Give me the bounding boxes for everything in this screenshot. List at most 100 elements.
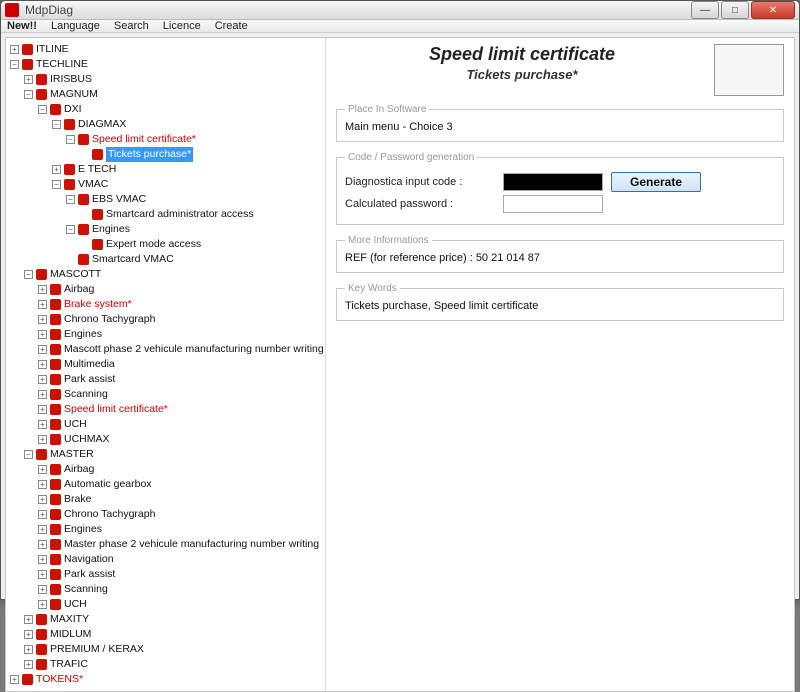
maximize-button[interactable]: □ (721, 1, 749, 19)
tree-item[interactable]: +Park assist (38, 372, 323, 387)
brand-icon (50, 284, 61, 295)
calc-password-output[interactable] (503, 195, 603, 213)
tree-item[interactable]: +UCH (38, 417, 323, 432)
place-in-software-group: Place In Software Main menu - Choice 3 (336, 104, 784, 142)
minimize-button[interactable]: — (691, 1, 719, 19)
brand-icon (22, 674, 33, 685)
tree-item-premium[interactable]: +PREMIUM / KERAX (24, 642, 323, 657)
tree-item[interactable]: +Airbag (38, 282, 323, 297)
brand-icon (64, 119, 75, 130)
menubar: New!! Language Search Licence Create (1, 20, 799, 33)
tree-item-diagmax[interactable]: −DIAGMAX (52, 117, 323, 132)
place-value: Main menu - Choice 3 (345, 121, 775, 133)
tree-item[interactable]: +Chrono Tachygraph (38, 507, 323, 522)
brand-icon (50, 344, 61, 355)
brand-icon (36, 74, 47, 85)
content: +ITLINE −TECHLINE +IRISBUS −MAGNUM −DXI … (5, 37, 795, 692)
more-legend: More Informations (345, 235, 432, 246)
tree-item-etech[interactable]: +E TECH (52, 162, 323, 177)
tree-item[interactable]: +Mascott phase 2 vehicule manufacturing … (38, 342, 323, 357)
place-legend: Place In Software (345, 104, 429, 115)
tree-item[interactable]: +UCH (38, 597, 323, 612)
brand-icon (22, 44, 33, 55)
code-password-group: Code / Password generation Diagnostica i… (336, 152, 784, 225)
tree-item-ebs-vmac[interactable]: −EBS VMAC (66, 192, 323, 207)
brand-icon (50, 329, 61, 340)
tree-item-expert-mode[interactable]: Expert mode access (80, 237, 323, 252)
brand-icon (50, 314, 61, 325)
tree-item-itline[interactable]: +ITLINE (10, 42, 323, 57)
tree-item[interactable]: +Master phase 2 vehicule manufacturing n… (38, 537, 323, 552)
brand-icon (92, 209, 103, 220)
brand-icon (36, 629, 47, 640)
brand-icon (92, 239, 103, 250)
brand-icon (50, 419, 61, 430)
menu-language[interactable]: Language (51, 20, 100, 32)
brand-icon (50, 104, 61, 115)
brand-icon (78, 224, 89, 235)
close-button[interactable]: ✕ (751, 1, 795, 19)
window-controls: — □ ✕ (691, 1, 795, 19)
brand-icon (50, 554, 61, 565)
tree-item-dxi[interactable]: −DXI (38, 102, 323, 117)
brand-icon (92, 149, 103, 160)
tree-item[interactable]: +Chrono Tachygraph (38, 312, 323, 327)
tree-item[interactable]: +Brake (38, 492, 323, 507)
tree-item-maxity[interactable]: +MAXITY (24, 612, 323, 627)
tree-pane[interactable]: +ITLINE −TECHLINE +IRISBUS −MAGNUM −DXI … (6, 38, 326, 691)
menu-new[interactable]: New!! (7, 20, 37, 32)
window: MdpDiag — □ ✕ New!! Language Search Lice… (0, 0, 800, 600)
titlebar[interactable]: MdpDiag — □ ✕ (1, 1, 799, 20)
brand-icon (64, 164, 75, 175)
tree-item-vmac[interactable]: −VMAC (52, 177, 323, 192)
generate-button[interactable]: Generate (611, 172, 701, 192)
tree-item-tokens[interactable]: +TOKENS* (10, 672, 323, 687)
brand-icon (50, 524, 61, 535)
tree-item[interactable]: +Speed limit certificate* (38, 402, 323, 417)
tree-item[interactable]: +Navigation (38, 552, 323, 567)
tree-item-techline[interactable]: −TECHLINE (10, 57, 323, 72)
tree-item-midlum[interactable]: +MIDLUM (24, 627, 323, 642)
tree-item[interactable]: +Multimedia (38, 357, 323, 372)
keywords-group: Key Words Tickets purchase, Speed limit … (336, 283, 784, 321)
tree-item[interactable]: +Automatic gearbox (38, 477, 323, 492)
tree-item[interactable]: +Park assist (38, 567, 323, 582)
diag-code-input[interactable] (503, 173, 603, 191)
brand-icon (50, 479, 61, 490)
tree-item-irisbus[interactable]: +IRISBUS (24, 72, 323, 87)
tree-item-speed-cert[interactable]: −Speed limit certificate* (66, 132, 323, 147)
tree-item-tickets-purchase[interactable]: Tickets purchase* (80, 147, 323, 162)
calc-password-label: Calculated password : (345, 198, 495, 210)
brand-icon (50, 569, 61, 580)
brand-icon (78, 194, 89, 205)
brand-icon (50, 599, 61, 610)
menu-create[interactable]: Create (215, 20, 248, 32)
brand-icon (50, 359, 61, 370)
brand-icon (50, 539, 61, 550)
tree-item-master[interactable]: −MASTER (24, 447, 323, 462)
brand-icon (50, 389, 61, 400)
tree-item[interactable]: +Scanning (38, 582, 323, 597)
tree-item[interactable]: +Brake system* (38, 297, 323, 312)
tree-item-trafic[interactable]: +TRAFIC (24, 657, 323, 672)
app-icon (5, 3, 19, 17)
tree-item[interactable]: +Scanning (38, 387, 323, 402)
tree-item-mascott[interactable]: −MASCOTT (24, 267, 323, 282)
brand-icon (78, 134, 89, 145)
tree-item[interactable]: +Airbag (38, 462, 323, 477)
brand-icon (64, 179, 75, 190)
brand-icon (50, 404, 61, 415)
thumbnail-placeholder (714, 44, 784, 96)
tree-item[interactable]: +Engines (38, 327, 323, 342)
menu-search[interactable]: Search (114, 20, 149, 32)
tree-item-engines-vmac[interactable]: −Engines (66, 222, 323, 237)
tree: +ITLINE −TECHLINE +IRISBUS −MAGNUM −DXI … (8, 42, 323, 687)
detail-header: Speed limit certificate Tickets purchase… (336, 44, 784, 96)
tree-item-smartcard-admin[interactable]: Smartcard administrator access (80, 207, 323, 222)
tree-item[interactable]: +Engines (38, 522, 323, 537)
brand-icon (36, 614, 47, 625)
menu-licence[interactable]: Licence (163, 20, 201, 32)
tree-item-smartcard-vmac[interactable]: Smartcard VMAC (66, 252, 323, 267)
tree-item[interactable]: +UCHMAX (38, 432, 323, 447)
tree-item-magnum[interactable]: −MAGNUM (24, 87, 323, 102)
